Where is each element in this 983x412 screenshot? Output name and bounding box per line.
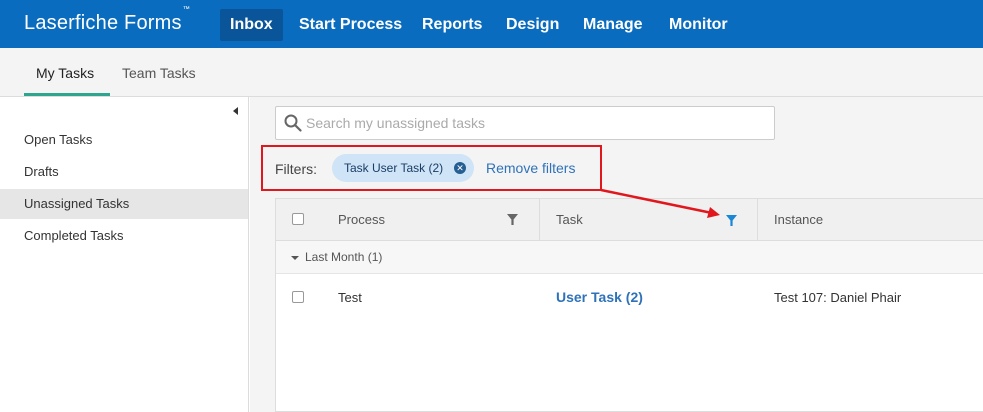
task-filter-icon[interactable] xyxy=(726,215,737,226)
column-header-process[interactable]: Process xyxy=(338,199,385,241)
select-all-checkbox[interactable] xyxy=(292,213,304,225)
filter-chip[interactable]: Task User Task (2) ✕ xyxy=(332,154,474,182)
table-row[interactable]: Test User Task (2) Test 107: Daniel Phai… xyxy=(276,274,983,322)
column-divider xyxy=(757,199,758,241)
search-input[interactable] xyxy=(306,112,766,134)
cell-process: Test xyxy=(338,290,362,305)
nav-reports[interactable]: Reports xyxy=(412,9,492,41)
brand-name: Laserfiche Forms xyxy=(24,12,182,34)
group-row[interactable]: Last Month (1) xyxy=(276,241,983,274)
sidebar-item-open-tasks[interactable]: Open Tasks xyxy=(0,125,248,155)
sidebar-item-unassigned-tasks[interactable]: Unassigned Tasks xyxy=(0,189,248,219)
sidebar-item-drafts[interactable]: Drafts xyxy=(0,157,248,187)
search-box xyxy=(275,106,775,140)
task-tabs-bar: My Tasks Team Tasks xyxy=(0,48,983,97)
process-filter-icon[interactable] xyxy=(507,214,518,225)
collapse-sidebar-icon[interactable] xyxy=(233,107,238,115)
search-icon xyxy=(284,114,302,132)
app-brand[interactable]: Laserfiche Forms™ xyxy=(24,6,190,35)
tasks-table: Process Task Instance Last Month (1) Tes… xyxy=(275,198,983,412)
column-divider xyxy=(539,199,540,241)
nav-monitor[interactable]: Monitor xyxy=(659,9,738,41)
active-tab-indicator xyxy=(24,93,110,96)
table-header: Process Task Instance xyxy=(276,199,983,241)
cell-instance: Test 107: Daniel Phair xyxy=(774,290,902,305)
column-header-task[interactable]: Task xyxy=(556,199,583,241)
nav-start-process[interactable]: Start Process xyxy=(289,9,412,41)
nav-design[interactable]: Design xyxy=(496,9,569,41)
tab-team-tasks[interactable]: Team Tasks xyxy=(122,65,196,81)
column-header-instance[interactable]: Instance xyxy=(774,199,823,241)
trademark-symbol: ™ xyxy=(182,6,190,14)
nav-inbox[interactable]: Inbox xyxy=(220,9,283,41)
nav-manage[interactable]: Manage xyxy=(573,9,653,41)
main-content: Filters: Task User Task (2) ✕ Remove fil… xyxy=(250,97,983,412)
remove-chip-icon[interactable]: ✕ xyxy=(454,162,466,174)
tab-my-tasks[interactable]: My Tasks xyxy=(36,65,94,81)
remove-filters-link[interactable]: Remove filters xyxy=(486,160,575,176)
cell-task-link[interactable]: User Task (2) xyxy=(556,289,643,305)
top-navigation-bar: Laserfiche Forms™ Inbox Start Process Re… xyxy=(0,0,983,48)
sidebar-item-completed-tasks[interactable]: Completed Tasks xyxy=(0,221,248,251)
row-checkbox[interactable] xyxy=(292,291,304,303)
caret-down-icon[interactable] xyxy=(291,256,299,260)
sidebar: Open Tasks Drafts Unassigned Tasks Compl… xyxy=(0,97,249,412)
filters-label: Filters: xyxy=(275,161,317,177)
filter-chip-label: Task User Task (2) xyxy=(344,161,444,175)
group-label: Last Month (1) xyxy=(305,250,383,264)
